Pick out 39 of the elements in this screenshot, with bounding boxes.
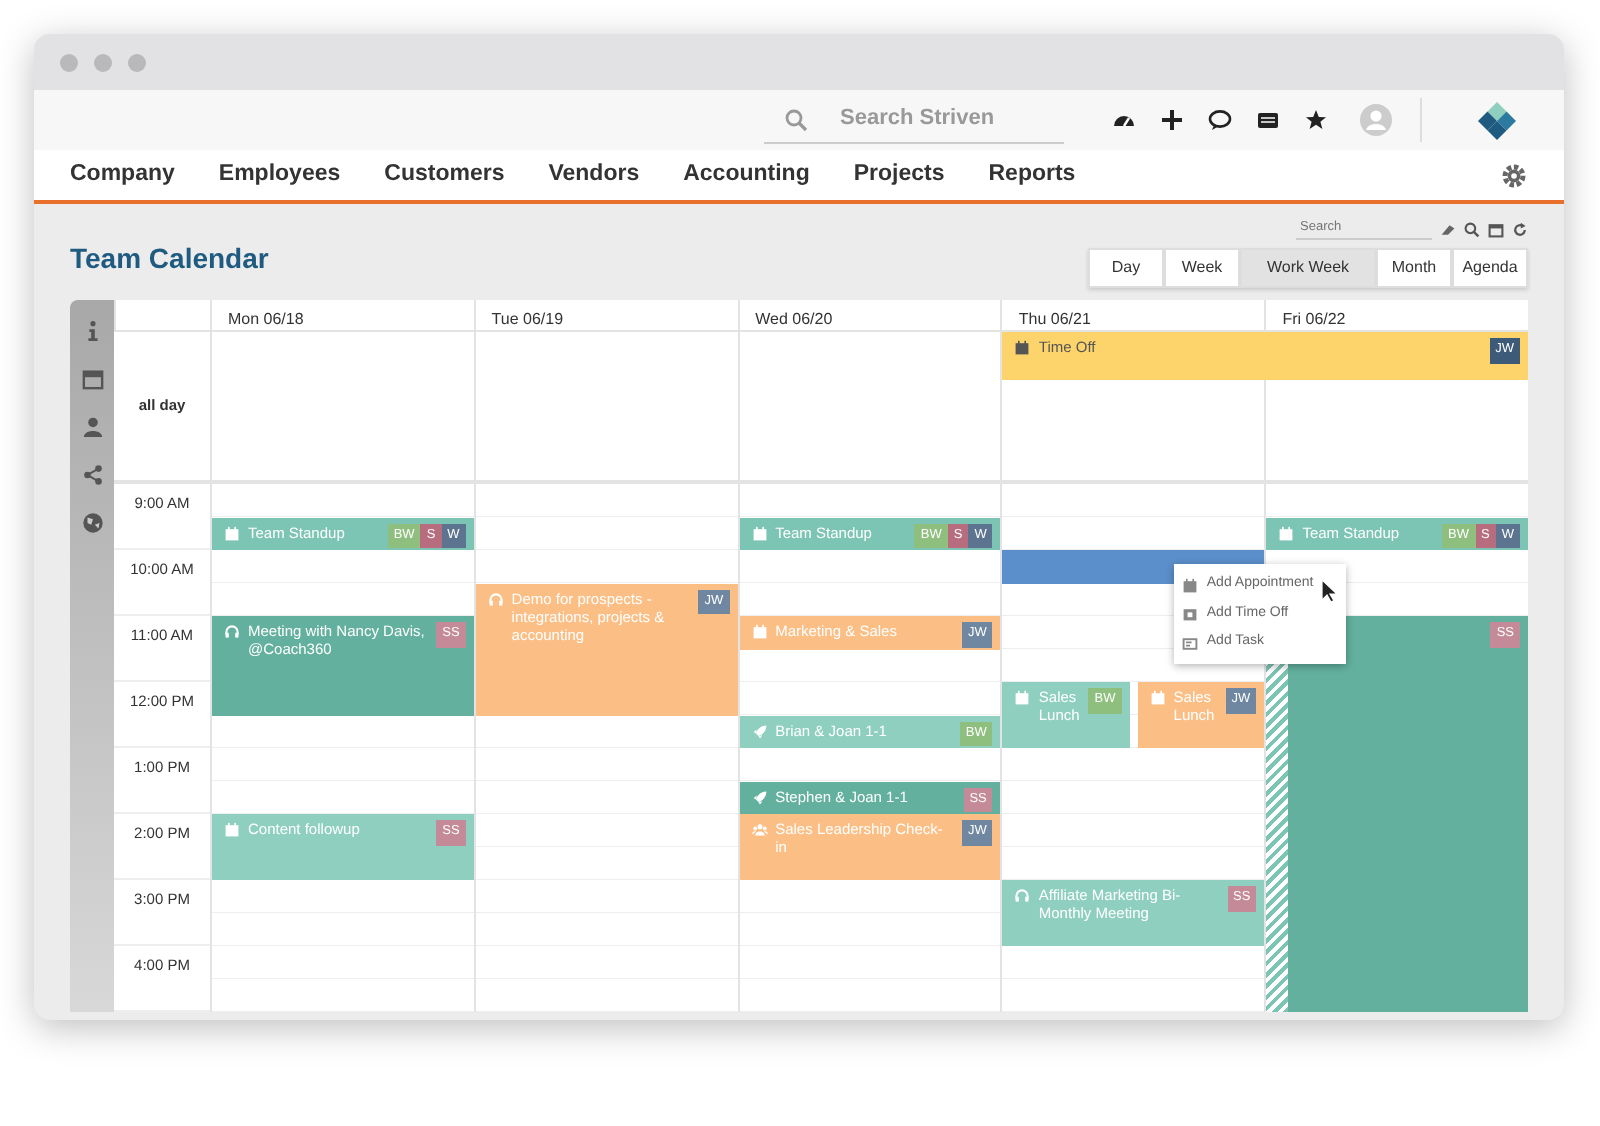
rocket-icon — [751, 789, 768, 805]
star-icon[interactable] — [1304, 108, 1328, 132]
view-tab[interactable]: Week — [1164, 248, 1240, 288]
nav-link[interactable]: Company — [70, 157, 175, 193]
chat-icon[interactable] — [1208, 108, 1232, 132]
search-icon — [784, 107, 808, 131]
grid-cell — [114, 300, 210, 332]
people-icon — [751, 822, 768, 838]
eraser-icon[interactable] — [1440, 221, 1456, 238]
rocket-icon — [751, 723, 768, 739]
day-header: Tue 06/19 — [473, 300, 738, 332]
view-tab[interactable]: Day — [1088, 248, 1164, 288]
nav-link[interactable]: Customers — [384, 157, 505, 193]
task-icon — [1182, 635, 1199, 652]
card-icon[interactable] — [1256, 108, 1280, 132]
headset-icon — [224, 624, 240, 640]
view-tab[interactable]: Work Week — [1240, 248, 1376, 288]
search-field[interactable]: Search Striven — [836, 100, 1076, 138]
nav-link[interactable]: Accounting — [683, 157, 810, 193]
globe-icon[interactable] — [81, 512, 103, 534]
headset-icon — [1014, 888, 1031, 904]
refresh-icon[interactable] — [1512, 221, 1528, 238]
nav-link[interactable]: Projects — [853, 157, 945, 193]
user-icon[interactable] — [81, 416, 103, 438]
view-tab[interactable]: Agenda — [1452, 248, 1528, 288]
day-header: Mon 06/18 — [210, 300, 474, 332]
settings-icon[interactable] — [1500, 161, 1528, 189]
plus-icon[interactable] — [1160, 108, 1184, 132]
page-title: Team Calendar — [70, 242, 269, 276]
view-tab[interactable]: Month — [1376, 248, 1452, 288]
nav-link[interactable]: Reports — [988, 157, 1076, 193]
logo-icon[interactable] — [1478, 101, 1516, 139]
nav-link[interactable]: Employees — [218, 157, 341, 193]
share-icon[interactable] — [81, 464, 103, 486]
search-icon[interactable] — [1464, 221, 1480, 238]
headset-icon — [487, 591, 504, 607]
day-header: Wed 06/20 — [737, 300, 1001, 332]
cursor-icon — [1322, 580, 1339, 602]
nav-link[interactable]: Vendors — [548, 157, 640, 193]
